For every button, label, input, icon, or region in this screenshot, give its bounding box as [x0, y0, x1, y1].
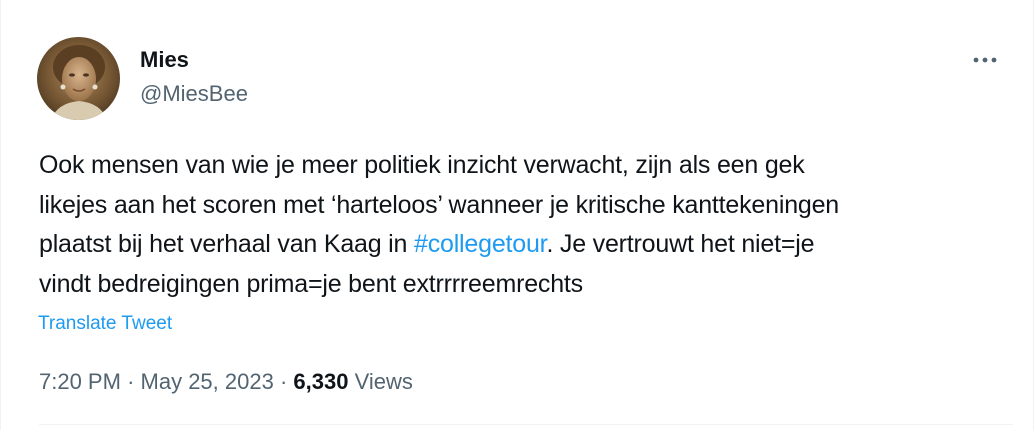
author-display-name[interactable]: Mies [140, 46, 189, 74]
translate-tweet-link[interactable]: Translate Tweet [38, 312, 172, 336]
tweet-text-segment: plaatst bij het verhaal van Kaag in [39, 230, 414, 258]
divider [39, 424, 1013, 425]
hashtag-link[interactable]: #collegetour [414, 230, 547, 258]
avatar[interactable] [37, 37, 120, 120]
tweet-date[interactable]: May 25, 2023 [141, 369, 274, 394]
views-label: Views [354, 369, 413, 394]
more-options-icon [973, 57, 997, 63]
avatar-photo-icon [37, 37, 120, 120]
views-count: 6,330 [293, 369, 349, 394]
meta-separator: · [279, 369, 288, 394]
tweet-card: Mies @MiesBee Ook mensen van wie je meer… [0, 0, 1034, 430]
tweet-text-segment: . Je vertrouwt het niet=je [546, 230, 815, 258]
tweet-text-line: vindt bedreigingen prima=je bent extrrrr… [39, 269, 583, 298]
tweet-meta: 7:20 PM · May 25, 2023 · 6,330 Views [39, 368, 413, 396]
tweet-text: Ook mensen van wie je meer politiek inzi… [39, 146, 1014, 304]
tweet-text-line: Ook mensen van wie je meer politiek inzi… [39, 151, 805, 179]
tweet-time[interactable]: 7:20 PM [39, 369, 121, 394]
author-handle[interactable]: @MiesBee [140, 80, 248, 108]
tweet-text-line: plaatst bij het verhaal van Kaag in #col… [39, 225, 1014, 265]
more-options-button[interactable] [967, 46, 1003, 74]
tweet-text-line: likejes aan het scoren met ‘harteloos’ w… [39, 190, 840, 219]
meta-separator: · [127, 369, 135, 394]
